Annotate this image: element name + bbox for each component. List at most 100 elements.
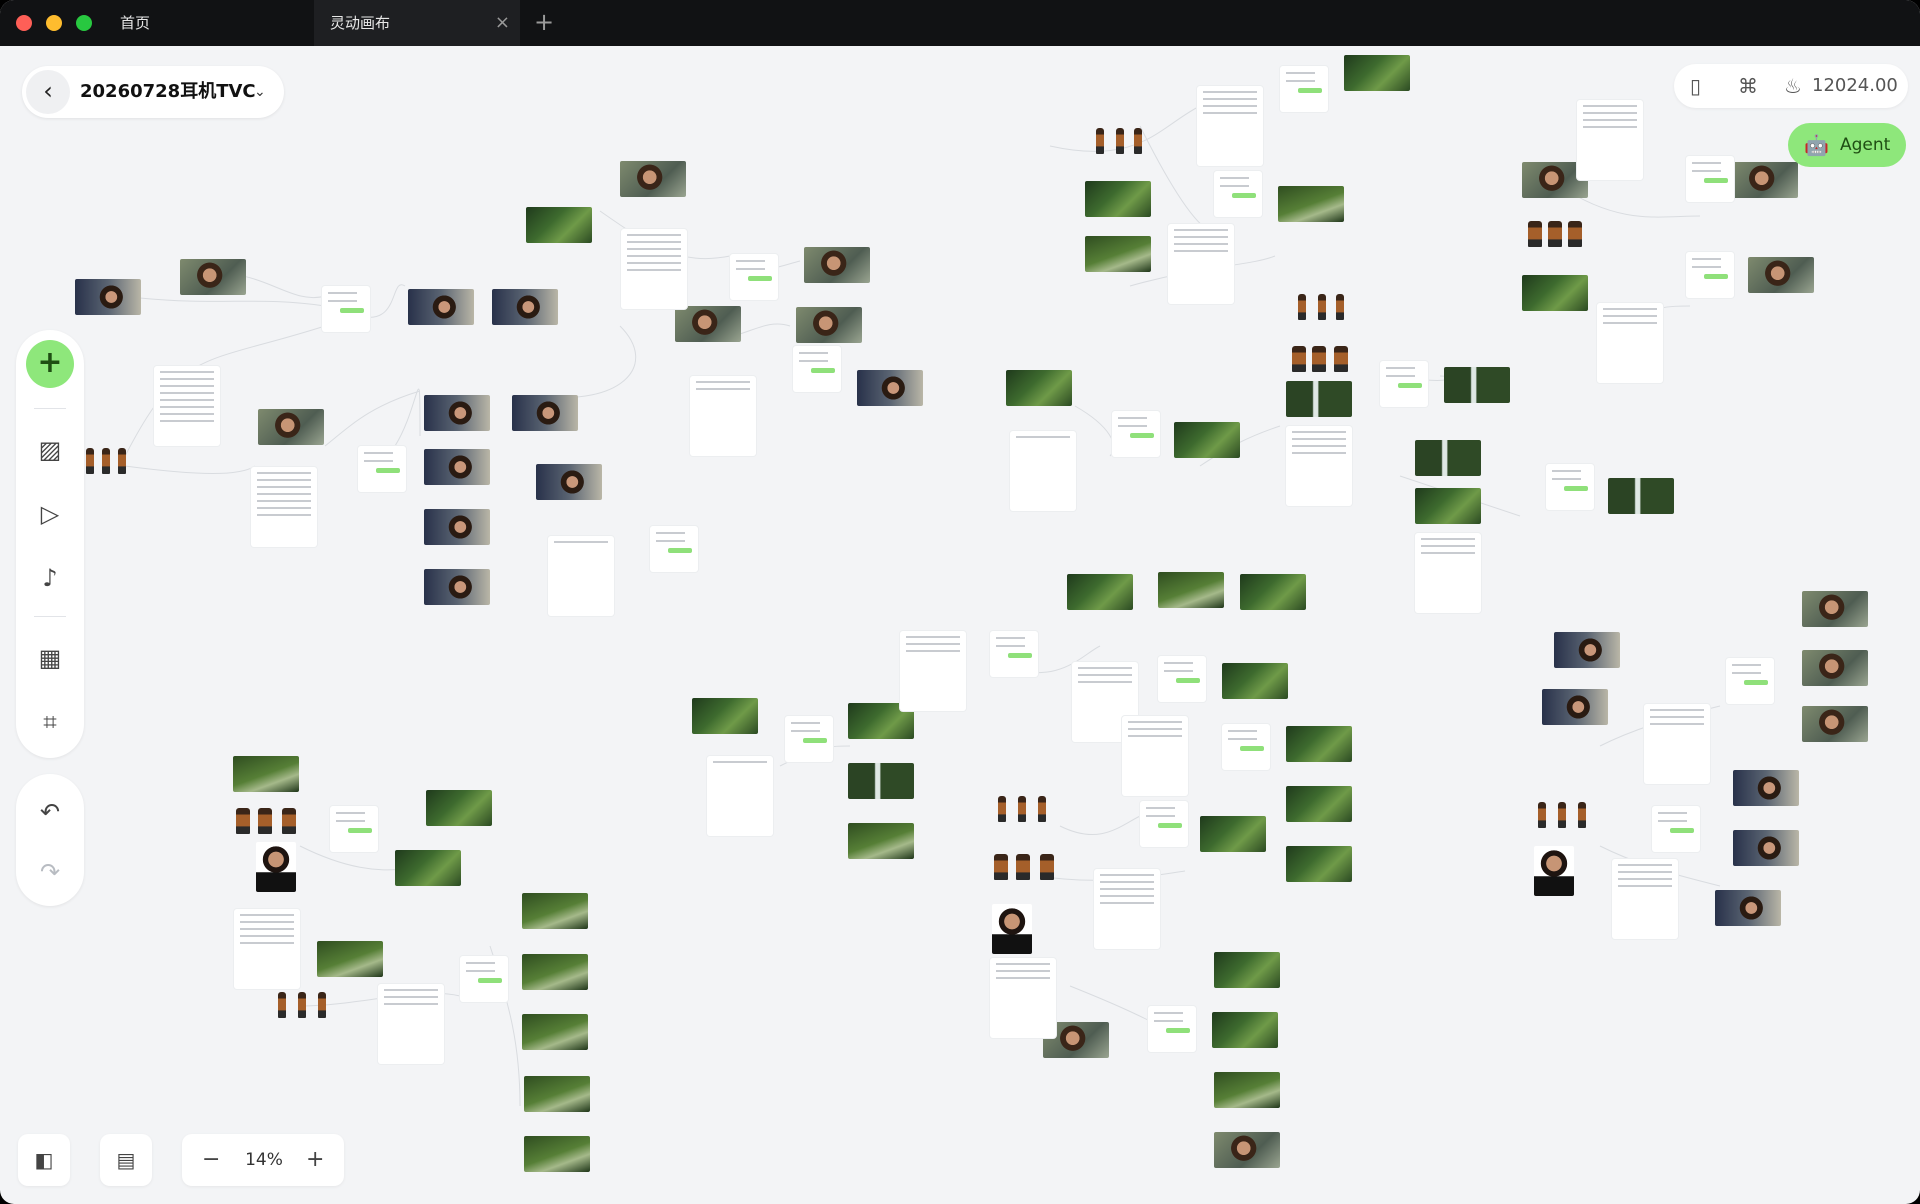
- prompt-card[interactable]: [990, 958, 1056, 1038]
- prompt-card[interactable]: [1197, 86, 1263, 166]
- prompt-card[interactable]: [621, 229, 687, 309]
- prompt-card[interactable]: [154, 366, 220, 446]
- image-node[interactable]: [857, 370, 923, 406]
- image-node[interactable]: [180, 259, 246, 295]
- generation-settings-node[interactable]: [1686, 156, 1734, 202]
- image-node[interactable]: [424, 569, 490, 605]
- image-node[interactable]: [522, 893, 588, 929]
- undo-icon[interactable]: ↶: [34, 796, 66, 828]
- generation-settings-node[interactable]: [650, 526, 698, 572]
- image-node[interactable]: [992, 904, 1032, 954]
- image-node[interactable]: [75, 279, 141, 315]
- tab-home[interactable]: 首页: [120, 0, 150, 46]
- prompt-card[interactable]: [1168, 224, 1234, 304]
- generation-settings-node[interactable]: [1280, 66, 1328, 112]
- image-node[interactable]: [426, 790, 492, 826]
- assets-icon[interactable]: ▤: [100, 1134, 152, 1186]
- image-node[interactable]: [675, 306, 741, 342]
- generation-settings-node[interactable]: [460, 956, 508, 1002]
- prompt-card[interactable]: [1612, 859, 1678, 939]
- image-node[interactable]: [526, 207, 592, 243]
- zoom-in-icon[interactable]: +: [306, 1134, 324, 1186]
- generation-settings-node[interactable]: [1112, 411, 1160, 457]
- image-node[interactable]: [522, 1014, 588, 1050]
- prompt-card[interactable]: [1122, 716, 1188, 796]
- image-node[interactable]: [1608, 478, 1674, 514]
- image-node[interactable]: [848, 823, 914, 859]
- generation-settings-node[interactable]: [1214, 171, 1262, 217]
- generation-settings-node[interactable]: [730, 254, 778, 300]
- image-node[interactable]: [1240, 574, 1306, 610]
- generation-settings-node[interactable]: [1148, 1006, 1196, 1052]
- image-node[interactable]: [1286, 381, 1352, 417]
- image-node[interactable]: [1158, 572, 1224, 608]
- chevron-down-icon[interactable]: ⌄: [254, 66, 266, 118]
- prompt-card[interactable]: [1010, 431, 1076, 511]
- layout-icon[interactable]: ◧: [18, 1134, 70, 1186]
- image-node[interactable]: [524, 1076, 590, 1112]
- book-icon[interactable]: ▯: [1690, 64, 1701, 108]
- image-node[interactable]: [620, 161, 686, 197]
- new-tab-button[interactable]: +: [534, 0, 554, 46]
- image-node[interactable]: [1067, 574, 1133, 610]
- generation-settings-node[interactable]: [322, 286, 370, 332]
- prompt-card[interactable]: [1286, 426, 1352, 506]
- generation-settings-node[interactable]: [330, 806, 378, 852]
- image-node[interactable]: [1344, 55, 1410, 91]
- back-icon[interactable]: ‹: [26, 70, 70, 114]
- prompt-card[interactable]: [378, 984, 444, 1064]
- image-node[interactable]: [1415, 440, 1481, 476]
- image-node[interactable]: [1200, 816, 1266, 852]
- image-node[interactable]: [522, 954, 588, 990]
- generation-settings-node[interactable]: [1726, 658, 1774, 704]
- image-node[interactable]: [1715, 890, 1781, 926]
- image-node[interactable]: [1733, 770, 1799, 806]
- image-node[interactable]: [1286, 726, 1352, 762]
- prompt-card[interactable]: [548, 536, 614, 616]
- generation-settings-node[interactable]: [990, 631, 1038, 677]
- image-node[interactable]: [1174, 422, 1240, 458]
- generation-settings-node[interactable]: [1546, 464, 1594, 510]
- image-node[interactable]: [1802, 591, 1868, 627]
- image-node[interactable]: [317, 941, 383, 977]
- image-node[interactable]: [408, 289, 474, 325]
- image-node[interactable]: [1733, 830, 1799, 866]
- image-node[interactable]: [1534, 846, 1574, 896]
- canvas[interactable]: [0, 46, 1920, 1204]
- prompt-card[interactable]: [251, 467, 317, 547]
- image-node[interactable]: [492, 289, 558, 325]
- prompt-card[interactable]: [1415, 533, 1481, 613]
- image-node[interactable]: [258, 409, 324, 445]
- generation-settings-node[interactable]: [1652, 806, 1700, 852]
- image-node[interactable]: [1222, 663, 1288, 699]
- prompt-card[interactable]: [1577, 100, 1643, 180]
- image-node[interactable]: [1415, 488, 1481, 524]
- generation-settings-node[interactable]: [1222, 724, 1270, 770]
- image-node[interactable]: [1732, 162, 1798, 198]
- prompt-card[interactable]: [1094, 869, 1160, 949]
- image-node[interactable]: [1085, 181, 1151, 217]
- generation-settings-node[interactable]: [1140, 801, 1188, 847]
- prompt-card[interactable]: [1597, 303, 1663, 383]
- agent-button[interactable]: 🤖 Agent: [1788, 123, 1906, 167]
- generation-settings-node[interactable]: [793, 346, 841, 392]
- image-node[interactable]: [1802, 650, 1868, 686]
- image-node[interactable]: [424, 509, 490, 545]
- image-node[interactable]: [1286, 786, 1352, 822]
- generation-settings-node[interactable]: [1686, 252, 1734, 298]
- frame-icon[interactable]: ⌗: [34, 706, 66, 738]
- image-node[interactable]: [256, 842, 296, 892]
- close-icon[interactable]: ×: [495, 0, 510, 46]
- image-node[interactable]: [524, 1136, 590, 1172]
- prompt-card[interactable]: [900, 631, 966, 711]
- image-node[interactable]: [395, 850, 461, 886]
- generation-settings-node[interactable]: [358, 446, 406, 492]
- generation-settings-node[interactable]: [785, 716, 833, 762]
- prompt-card[interactable]: [234, 909, 300, 989]
- tab-canvas[interactable]: 灵动画布 ×: [314, 0, 520, 46]
- image-node[interactable]: [1444, 367, 1510, 403]
- prompt-card[interactable]: [690, 376, 756, 456]
- image-generate-icon[interactable]: ▨: [34, 434, 66, 466]
- image-node[interactable]: [796, 307, 862, 343]
- prompt-card[interactable]: [1644, 704, 1710, 784]
